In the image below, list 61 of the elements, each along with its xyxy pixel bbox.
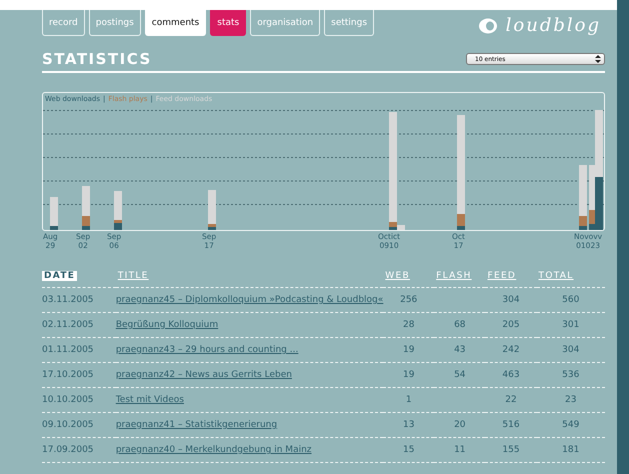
table-cell: 463 [502, 370, 520, 380]
post-link[interactable]: praegnanz41 – Statistikgenerierung [116, 420, 278, 430]
table-cell: 155 [502, 445, 520, 455]
stacked-bar [114, 191, 122, 230]
table-cell: 256 [400, 295, 418, 305]
table-cell: 68 [454, 320, 466, 330]
column-header[interactable]: DATE [42, 271, 78, 281]
table-cell: 242 [502, 345, 520, 355]
table-cell: 181 [562, 445, 580, 455]
table-cell: 11 [454, 445, 466, 455]
post-link[interactable]: Begrüßung Kolloquium [116, 320, 218, 330]
post-link[interactable]: praegnanz40 – Merkelkundgebung in Mainz [116, 445, 312, 455]
post-link[interactable]: praegnanz45 – Diplomkolloquium »Podcasting & Loudblog« [116, 295, 384, 305]
table-cell: 304 [562, 345, 580, 355]
post-link[interactable]: Test mit Videos [116, 395, 184, 405]
table-cell: 536 [562, 370, 580, 380]
post-link[interactable]: praegnanz43 – 29 hours and counting ... [116, 345, 298, 355]
nav-tab[interactable]: postings [88, 10, 141, 36]
table-cell: 01.11.2005 [42, 345, 94, 355]
column-header[interactable]: WEB [383, 271, 412, 281]
table-cell: 304 [502, 295, 520, 305]
table-cell: 1 [406, 395, 412, 405]
table-cell: 560 [562, 295, 580, 305]
table-cell: 205 [502, 320, 520, 330]
post-link[interactable]: praegnanz42 – News aus Gerrits Leben [116, 370, 292, 380]
column-header[interactable]: TITLE [116, 271, 151, 281]
table-cell: 22 [505, 395, 517, 405]
table-cell: 13 [402, 420, 414, 430]
nav-tab[interactable]: stats [210, 10, 246, 36]
column-header[interactable]: FEED [485, 271, 518, 281]
table-cell: 301 [562, 320, 580, 330]
column-header[interactable]: FLASH [434, 271, 474, 281]
nav-tab[interactable]: settings [324, 10, 374, 36]
table-cell: 549 [562, 420, 580, 430]
table-cell: 516 [502, 420, 520, 430]
table-cell: 15 [402, 445, 414, 455]
table-cell: 43 [454, 345, 466, 355]
table-cell: 02.11.2005 [42, 320, 94, 330]
stacked-bar [579, 165, 587, 230]
stacked-bar [50, 197, 58, 230]
table-cell: 23 [565, 395, 576, 405]
table-cell: 28 [402, 320, 414, 330]
table-cell: 17.10.2005 [42, 370, 94, 380]
page-heading: STATISTICS [42, 50, 152, 68]
table-cell: 20 [454, 420, 466, 430]
table-cell: 19 [402, 370, 414, 380]
nav-tab[interactable]: comments [144, 10, 206, 36]
table-cell: 03.11.2005 [42, 295, 94, 305]
column-header[interactable]: TOTAL [536, 271, 576, 281]
nav-tab[interactable]: record [42, 10, 85, 36]
table-cell: 17.09.2005 [42, 445, 94, 455]
logo-text: loudblog [506, 15, 601, 36]
table-cell: 19 [402, 345, 414, 355]
table-cell: 10.10.2005 [42, 395, 94, 405]
stacked-bar [208, 190, 216, 230]
stacked-bar [82, 186, 90, 230]
stepper-arrows-icon [595, 55, 601, 63]
nav-tab[interactable]: organisation [250, 10, 320, 36]
logo-icon [478, 18, 498, 34]
table-cell: 09.10.2005 [42, 420, 94, 430]
table-cell: 54 [454, 370, 466, 380]
